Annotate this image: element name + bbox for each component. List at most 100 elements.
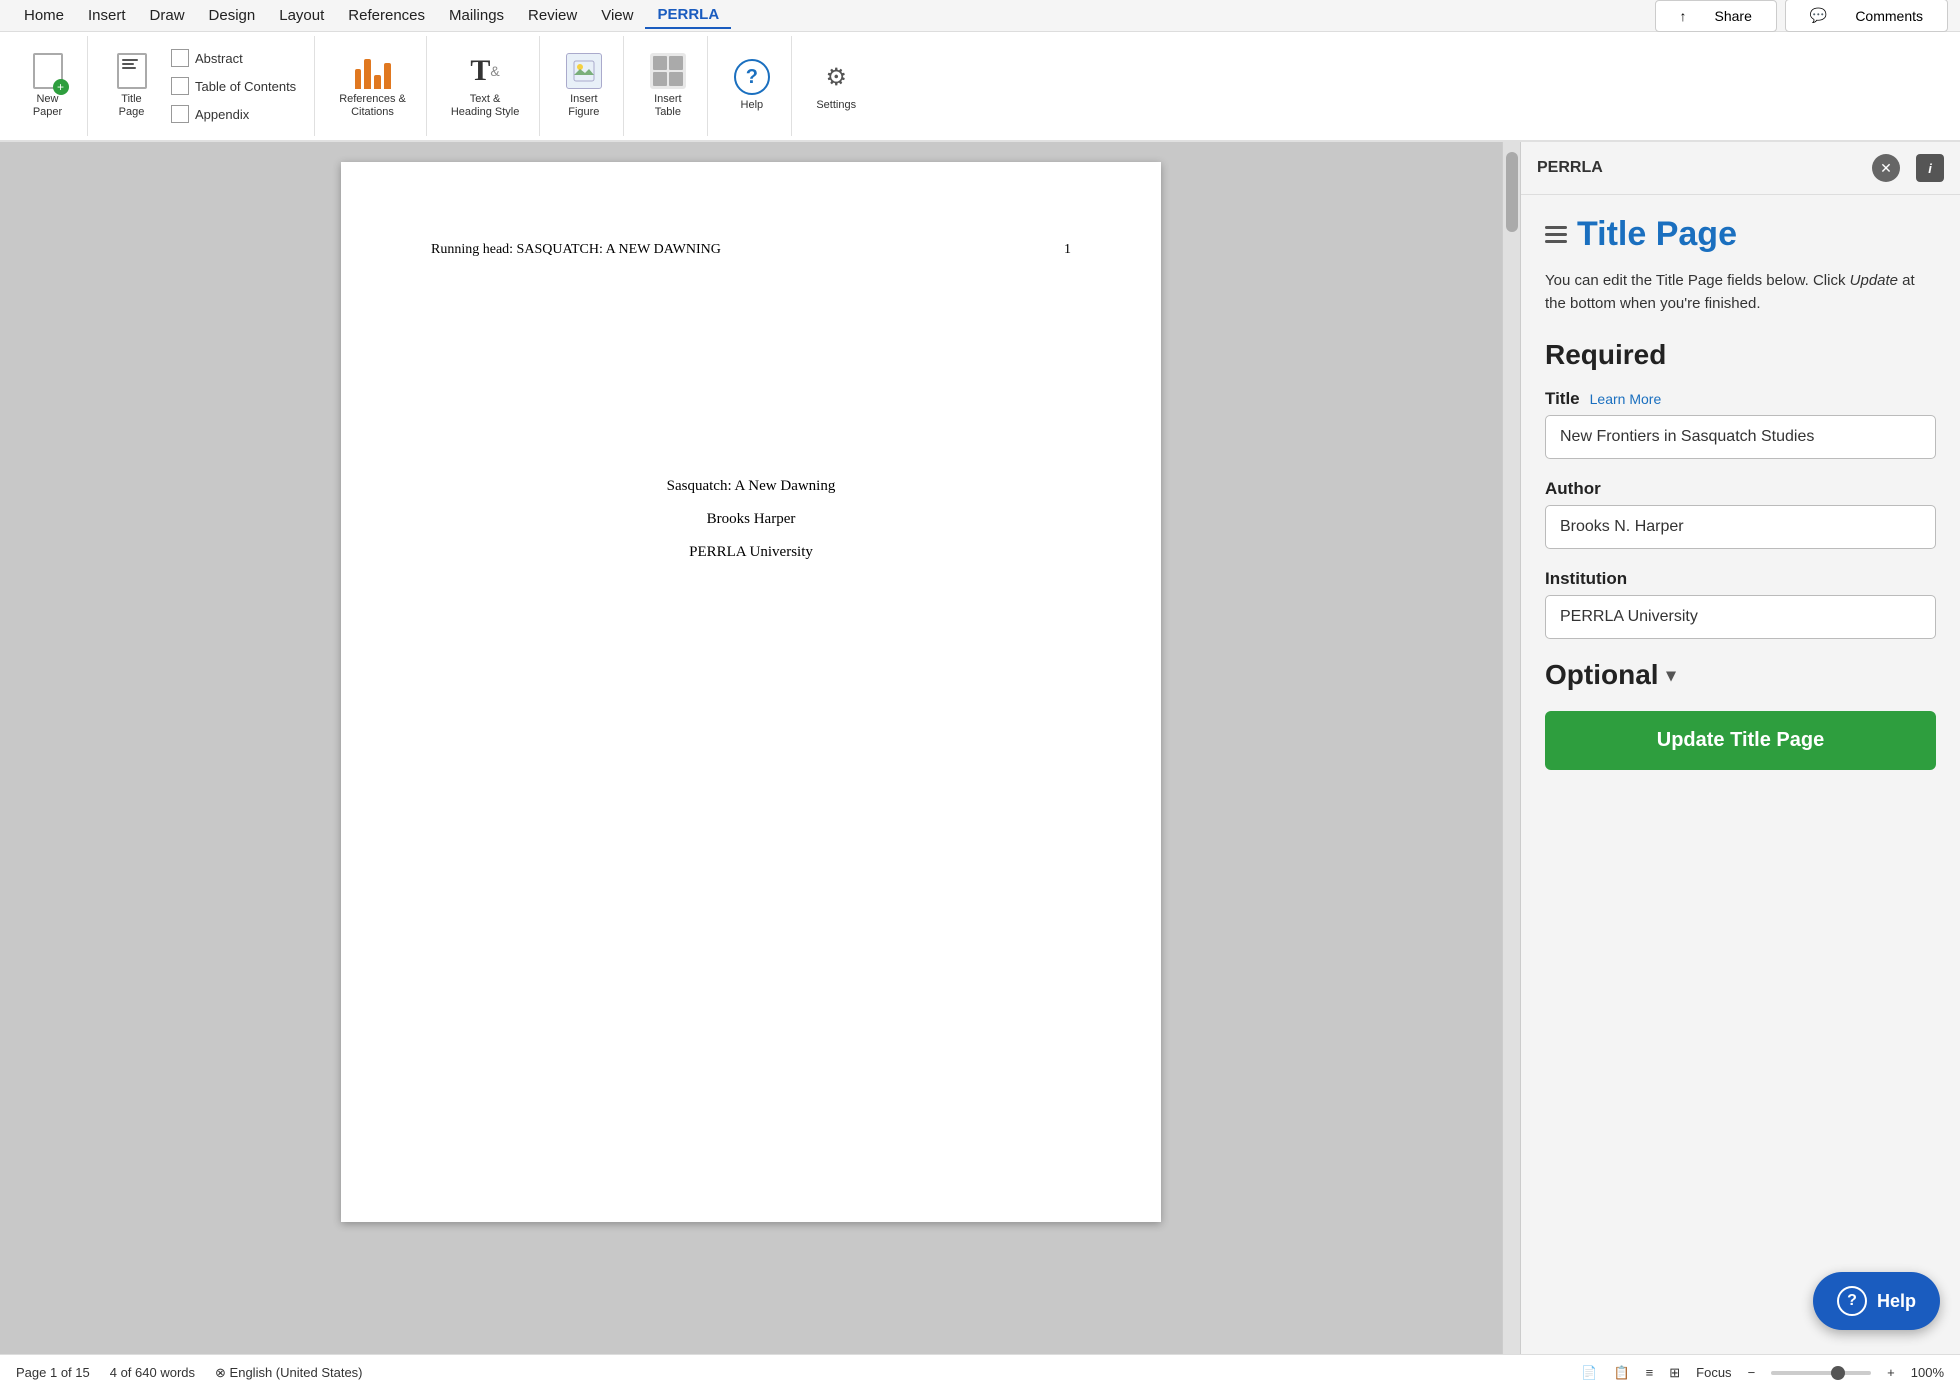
hamburger-line xyxy=(1545,233,1567,236)
focus-icon: 📄 xyxy=(1581,1365,1597,1381)
panel-info-button[interactable]: i xyxy=(1916,154,1944,182)
menu-draw[interactable]: Draw xyxy=(138,3,197,28)
focus-label[interactable]: Focus xyxy=(1696,1365,1731,1380)
menu-insert[interactable]: Insert xyxy=(76,3,138,28)
page-number: 1 xyxy=(1064,242,1071,258)
appendix-label: Appendix xyxy=(195,107,249,122)
title-field-label: Title Learn More xyxy=(1545,389,1936,409)
update-title-page-button[interactable]: Update Title Page xyxy=(1545,711,1936,770)
appendix-icon xyxy=(171,105,189,123)
share-icon: ↑ xyxy=(1668,4,1699,28)
ribbon-help-button[interactable]: ? Help xyxy=(724,55,779,116)
panel-desc-em: Update xyxy=(1850,272,1898,289)
title-page-icon xyxy=(114,53,150,89)
appendix-button[interactable]: Appendix xyxy=(165,102,302,126)
ribbon-help-label: Help xyxy=(741,99,764,112)
panel-body: Title Page You can edit the Title Page f… xyxy=(1521,195,1960,1330)
insert-figure-icon xyxy=(566,53,602,89)
comments-icon: 💬 xyxy=(1798,3,1839,28)
status-bar: Page 1 of 15 4 of 640 words ⊗ English (U… xyxy=(0,1354,1960,1390)
menu-references[interactable]: References xyxy=(336,3,437,28)
ribbon-stack-pages: Abstract Table of Contents Appendix xyxy=(165,46,302,126)
zoom-level: 100% xyxy=(1911,1365,1944,1380)
ribbon-group-pages: TitlePage Abstract Table of Contents App… xyxy=(92,36,315,136)
toc-button[interactable]: Table of Contents xyxy=(165,74,302,98)
ribbon-group-figure: InsertFigure xyxy=(544,36,624,136)
author-field-label: Author xyxy=(1545,479,1936,499)
institution-input[interactable] xyxy=(1545,595,1936,639)
menu-home[interactable]: Home xyxy=(12,3,76,28)
ribbon-group-new-paper: NewPaper xyxy=(8,36,88,136)
spellcheck-icon: ⊗ xyxy=(215,1365,226,1380)
new-paper-button[interactable]: NewPaper xyxy=(20,49,75,123)
toc-icon xyxy=(171,77,189,95)
menu-design[interactable]: Design xyxy=(197,3,268,28)
menu-bar: Home Insert Draw Design Layout Reference… xyxy=(0,0,1960,32)
insert-figure-button[interactable]: InsertFigure xyxy=(556,49,611,123)
insert-table-label: InsertTable xyxy=(654,93,682,119)
comments-button[interactable]: 💬 Comments xyxy=(1785,0,1948,32)
word-count: 4 of 640 words xyxy=(110,1365,195,1380)
ribbon-settings-icon: ⚙ xyxy=(818,59,854,95)
menu-view[interactable]: View xyxy=(589,3,645,28)
status-right: 📄 📋 ≡ ⊞ Focus − + 100% xyxy=(1581,1365,1944,1381)
zoom-plus[interactable]: + xyxy=(1887,1365,1895,1380)
zoom-minus[interactable]: − xyxy=(1748,1365,1756,1380)
insert-table-icon xyxy=(650,53,686,89)
help-fab-button[interactable]: ? Help xyxy=(1813,1272,1940,1330)
title-input[interactable] xyxy=(1545,415,1936,459)
panel-section-title: Title Page xyxy=(1545,215,1936,254)
ribbon-group-refs: References &Citations xyxy=(319,36,427,136)
hamburger-line xyxy=(1545,226,1567,229)
view-icon-2: ≡ xyxy=(1646,1365,1654,1380)
text-heading-button[interactable]: T & Text &Heading Style xyxy=(443,49,528,123)
share-button[interactable]: ↑ Share xyxy=(1655,0,1777,32)
optional-heading[interactable]: Optional ▾ xyxy=(1545,659,1936,691)
menu-layout[interactable]: Layout xyxy=(267,3,336,28)
doc-institution: PERRLA University xyxy=(689,544,813,561)
help-circle-icon: ? xyxy=(1837,1286,1867,1316)
text-heading-icon: T & xyxy=(467,53,503,89)
optional-chevron-icon: ▾ xyxy=(1667,665,1676,686)
ribbon-group-settings: ⚙ Settings xyxy=(796,36,876,136)
panel-description: You can edit the Title Page fields below… xyxy=(1545,270,1936,315)
insert-table-button[interactable]: InsertTable xyxy=(640,49,695,123)
toc-label: Table of Contents xyxy=(195,79,296,94)
scrollbar-thumb[interactable] xyxy=(1506,152,1518,232)
author-input[interactable] xyxy=(1545,505,1936,549)
doc-author: Brooks Harper xyxy=(707,511,796,528)
document-scrollbar[interactable] xyxy=(1502,142,1520,1354)
page-content: Sasquatch: A New Dawning Brooks Harper P… xyxy=(431,478,1071,561)
new-paper-label: NewPaper xyxy=(33,93,62,119)
panel-hamburger-icon[interactable] xyxy=(1545,226,1567,243)
panel-title-label: Title Page xyxy=(1577,215,1737,254)
ribbon: NewPaper TitlePage Abstract Table of Con… xyxy=(0,32,1960,142)
ribbon-settings-label: Settings xyxy=(816,99,856,112)
menu-perrla[interactable]: PERRLA xyxy=(645,2,731,29)
title-page-button[interactable]: TitlePage xyxy=(104,49,159,123)
view-icon-1: 📋 xyxy=(1613,1365,1629,1381)
field-group-title: Title Learn More xyxy=(1545,389,1936,459)
abstract-button[interactable]: Abstract xyxy=(165,46,302,70)
panel-desc-before: You can edit the Title Page fields below… xyxy=(1545,272,1850,289)
refs-citations-button[interactable]: References &Citations xyxy=(331,49,414,123)
required-heading: Required xyxy=(1545,339,1936,371)
language-indicator: ⊗ English (United States) xyxy=(215,1365,362,1381)
author-label-text: Author xyxy=(1545,479,1601,499)
zoom-slider[interactable] xyxy=(1771,1371,1871,1375)
ribbon-group-help: ? Help xyxy=(712,36,792,136)
learn-more-link[interactable]: Learn More xyxy=(1590,391,1662,407)
field-group-author: Author xyxy=(1545,479,1936,549)
help-fab-label: Help xyxy=(1877,1291,1916,1312)
ribbon-settings-button[interactable]: ⚙ Settings xyxy=(808,55,864,116)
doc-title: Sasquatch: A New Dawning xyxy=(667,478,836,495)
menu-mailings[interactable]: Mailings xyxy=(437,3,516,28)
ribbon-group-text: T & Text &Heading Style xyxy=(431,36,541,136)
view-icon-3: ⊞ xyxy=(1669,1365,1680,1381)
refs-icon xyxy=(355,53,391,89)
menu-review[interactable]: Review xyxy=(516,3,589,28)
main-area: Running head: SASQUATCH: A NEW DAWNING 1… xyxy=(0,142,1960,1354)
insert-figure-label: InsertFigure xyxy=(568,93,599,119)
document-page: Running head: SASQUATCH: A NEW DAWNING 1… xyxy=(341,162,1161,1222)
panel-close-button[interactable]: ✕ xyxy=(1872,154,1900,182)
